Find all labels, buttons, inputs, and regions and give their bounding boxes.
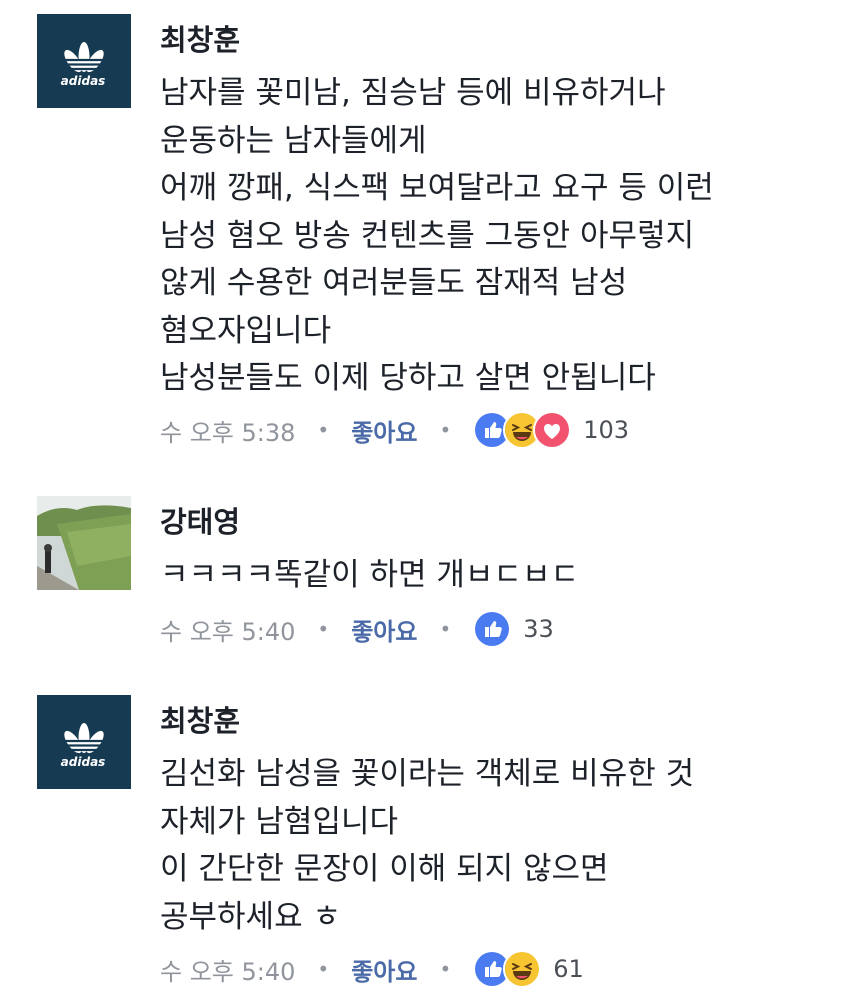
comment-meta: 수 오후 5:40 • 좋아요 • 33 (160, 609, 554, 649)
like-button[interactable]: 좋아요 (351, 413, 417, 448)
comment-text-line: 남자를 꽃미남, 짐승남 등에 비유하거나 (160, 75, 666, 111)
comment-text-line: 않게 수용한 여러분들도 잠재적 남성 (160, 265, 628, 301)
reactions-summary[interactable] (473, 950, 542, 988)
comment-text-line: ㅋㅋㅋㅋ똑같이 하면 개ㅂㄷㅂㄷ (160, 557, 579, 593)
separator-dot: • (439, 418, 452, 442)
separator-dot: • (317, 418, 330, 442)
reaction-count[interactable]: 33 (523, 615, 554, 643)
comment-meta: 수 오후 5:40 • 좋아요 • 61 (160, 949, 584, 989)
like-button[interactable]: 좋아요 (351, 952, 417, 987)
comment-text-line: 김선화 남성을 꽃이라는 객체로 비유한 것 (160, 756, 695, 792)
comment-author[interactable]: 최창훈 (160, 703, 830, 739)
comment-meta: 수 오후 5:38 • 좋아요 • 103 (160, 410, 629, 450)
like-button[interactable]: 좋아요 (351, 612, 417, 647)
separator-dot: • (439, 617, 452, 641)
comment-text-line: 어깨 깡패, 식스팩 보여달라고 요구 등 이런 (160, 170, 714, 206)
avatar[interactable] (37, 496, 131, 590)
separator-dot: • (439, 957, 452, 981)
separator-dot: • (317, 957, 330, 981)
comment-text-line: 자체가 남혐입니다 (160, 803, 399, 840)
comment-time[interactable]: 수 오후 5:40 (160, 952, 295, 987)
reaction-count[interactable]: 103 (583, 416, 629, 444)
avatar[interactable]: adidas (37, 695, 131, 789)
profile-photo-icon (37, 496, 131, 590)
comment-text-line: 이 간단한 문장이 이해 되지 않으면 (160, 851, 609, 887)
separator-dot: • (317, 617, 330, 641)
love-reaction-icon (533, 411, 572, 449)
haha-reaction-icon (503, 950, 542, 988)
adidas-logo-icon: adidas (59, 42, 109, 88)
comment-author[interactable]: 최창훈 (160, 22, 830, 58)
comment-text-line: 남성 혐오 방송 컨텐츠를 그동안 아무렇지 (160, 217, 695, 254)
comment-time[interactable]: 수 오후 5:38 (160, 413, 295, 448)
comment-text-line: 남성분들도 이제 당하고 살면 안됩니다 (160, 360, 656, 396)
adidas-logo-icon: adidas (59, 723, 109, 769)
comment-time[interactable]: 수 오후 5:40 (160, 612, 295, 647)
comment-text-line: 혐오자입니다 (160, 312, 332, 349)
comment-text-line: 공부하세요 ㅎ (160, 898, 341, 935)
adidas-logo-text: adidas (61, 74, 106, 88)
comment-text-line: 운동하는 남자들에게 (160, 122, 427, 159)
reactions-summary[interactable] (473, 610, 512, 648)
adidas-logo-text: adidas (61, 755, 106, 769)
reactions-summary[interactable] (473, 411, 572, 449)
avatar[interactable]: adidas (37, 14, 131, 108)
reaction-count[interactable]: 61 (553, 955, 584, 983)
comment-author[interactable]: 강태영 (160, 504, 830, 540)
like-reaction-icon (473, 610, 512, 648)
